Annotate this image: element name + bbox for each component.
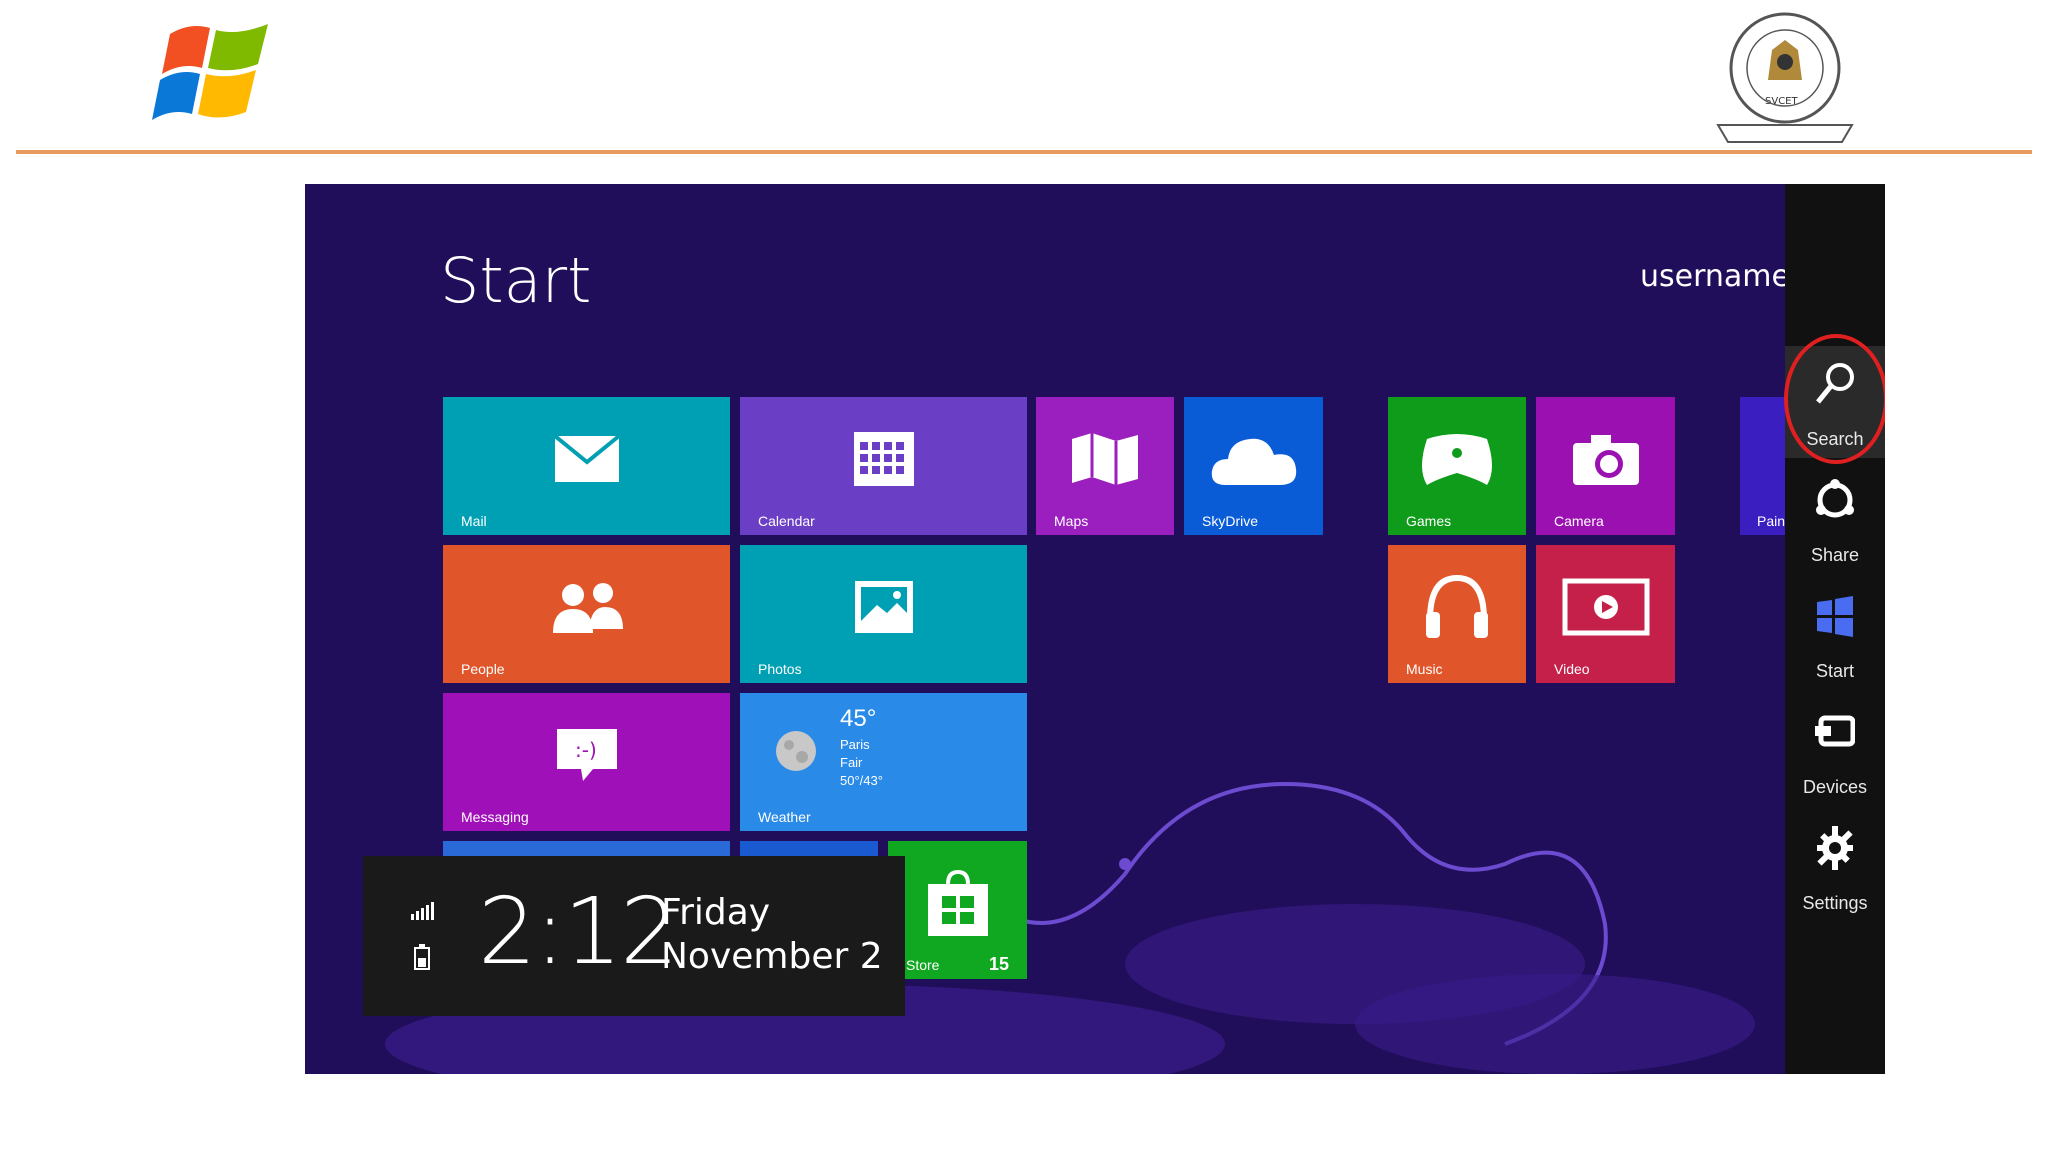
- tile-label: Store: [906, 957, 940, 973]
- tile-music[interactable]: Music: [1388, 545, 1526, 683]
- svg-text::-): :-): [575, 738, 597, 762]
- charm-label: Start: [1815, 661, 1854, 681]
- map-icon: [1072, 433, 1138, 486]
- weather-temp: 45°: [840, 705, 877, 732]
- gear-icon: [1817, 826, 1853, 870]
- tile-label: Paint: [1757, 513, 1785, 529]
- windows-flag-logo: [152, 24, 268, 120]
- tile-calendar[interactable]: Calendar: [740, 397, 1027, 535]
- search-highlight-circle: [1784, 334, 1885, 464]
- charm-label: Share: [1810, 545, 1860, 565]
- people-icon: [552, 583, 623, 634]
- clock-overlay: 2:12 Friday November 2: [363, 856, 905, 1016]
- tile-store[interactable]: Store 15: [888, 841, 1027, 979]
- charm-label: Settings: [1802, 893, 1868, 913]
- tile-skydrive[interactable]: SkyDrive: [1184, 397, 1323, 535]
- store-bag-icon: [927, 870, 988, 937]
- mail-icon: [553, 434, 620, 483]
- charm-devices[interactable]: Devices: [1785, 694, 1885, 806]
- tile-games[interactable]: Games: [1388, 397, 1526, 535]
- tile-paint[interactable]: Paint: [1740, 397, 1785, 535]
- charms-bar: Search Share Start Devices Settings: [1785, 184, 1885, 1074]
- seal-text: SVCET: [1765, 96, 1798, 107]
- battery-icon: [414, 944, 430, 970]
- charm-settings[interactable]: Settings: [1785, 810, 1885, 922]
- tile-label: Maps: [1054, 513, 1089, 529]
- tile-label: Music: [1406, 661, 1443, 677]
- weather-city: Paris: [840, 737, 870, 752]
- photo-icon: [854, 581, 913, 634]
- cloud-icon: [1211, 438, 1296, 486]
- tile-weather[interactable]: 45° Paris Fair 50°/43° Weather: [740, 693, 1027, 831]
- username-label[interactable]: username: [1640, 259, 1790, 294]
- windows8-start-screen: Start username Mail Calendar Maps SkyDri…: [305, 184, 1885, 1074]
- clock-date: November 2: [661, 936, 883, 977]
- tile-label: Mail: [461, 513, 487, 529]
- tile-people[interactable]: People: [443, 545, 730, 683]
- charm-share[interactable]: Share: [1785, 462, 1885, 574]
- tile-label: Photos: [758, 661, 802, 677]
- tile-label: Camera: [1554, 513, 1604, 529]
- calendar-icon: [853, 432, 914, 487]
- tile-label: Weather: [758, 809, 811, 825]
- clock-time: 2:12: [478, 878, 679, 985]
- tile-label: SkyDrive: [1202, 513, 1259, 529]
- moon-icon: [776, 731, 816, 771]
- tile-label: People: [461, 661, 505, 677]
- devices-icon: [1815, 715, 1855, 747]
- message-icon: :-): [556, 729, 617, 782]
- gamepad-icon: [1422, 434, 1492, 486]
- tile-video[interactable]: Video: [1536, 545, 1675, 683]
- tile-mail[interactable]: Mail: [443, 397, 730, 535]
- tile-messaging[interactable]: :-) Messaging: [443, 693, 730, 831]
- tile-maps[interactable]: Maps: [1036, 397, 1174, 535]
- headphones-icon: [1426, 575, 1488, 639]
- tile-photos[interactable]: Photos: [740, 545, 1027, 683]
- clock-day: Friday: [661, 892, 771, 933]
- store-badge: 15: [988, 954, 1009, 974]
- charm-label: Devices: [1802, 777, 1868, 797]
- signal-icon: [411, 902, 434, 920]
- share-icon: [1816, 479, 1854, 518]
- weather-range: 50°/43°: [840, 773, 883, 788]
- header-divider: [16, 150, 2032, 154]
- camera-icon: [1572, 435, 1639, 486]
- tile-camera[interactable]: Camera: [1536, 397, 1675, 535]
- start-title: Start: [440, 244, 592, 317]
- charm-start[interactable]: Start: [1785, 578, 1885, 690]
- video-icon: [1562, 578, 1649, 636]
- tile-label: Messaging: [461, 809, 529, 825]
- college-seal-logo: SVCET: [1710, 10, 1860, 145]
- windows-start-icon: [1817, 596, 1853, 637]
- tile-label: Games: [1406, 513, 1452, 529]
- tile-label: Calendar: [758, 513, 815, 529]
- tile-label: Video: [1554, 661, 1590, 677]
- weather-condition: Fair: [840, 755, 863, 770]
